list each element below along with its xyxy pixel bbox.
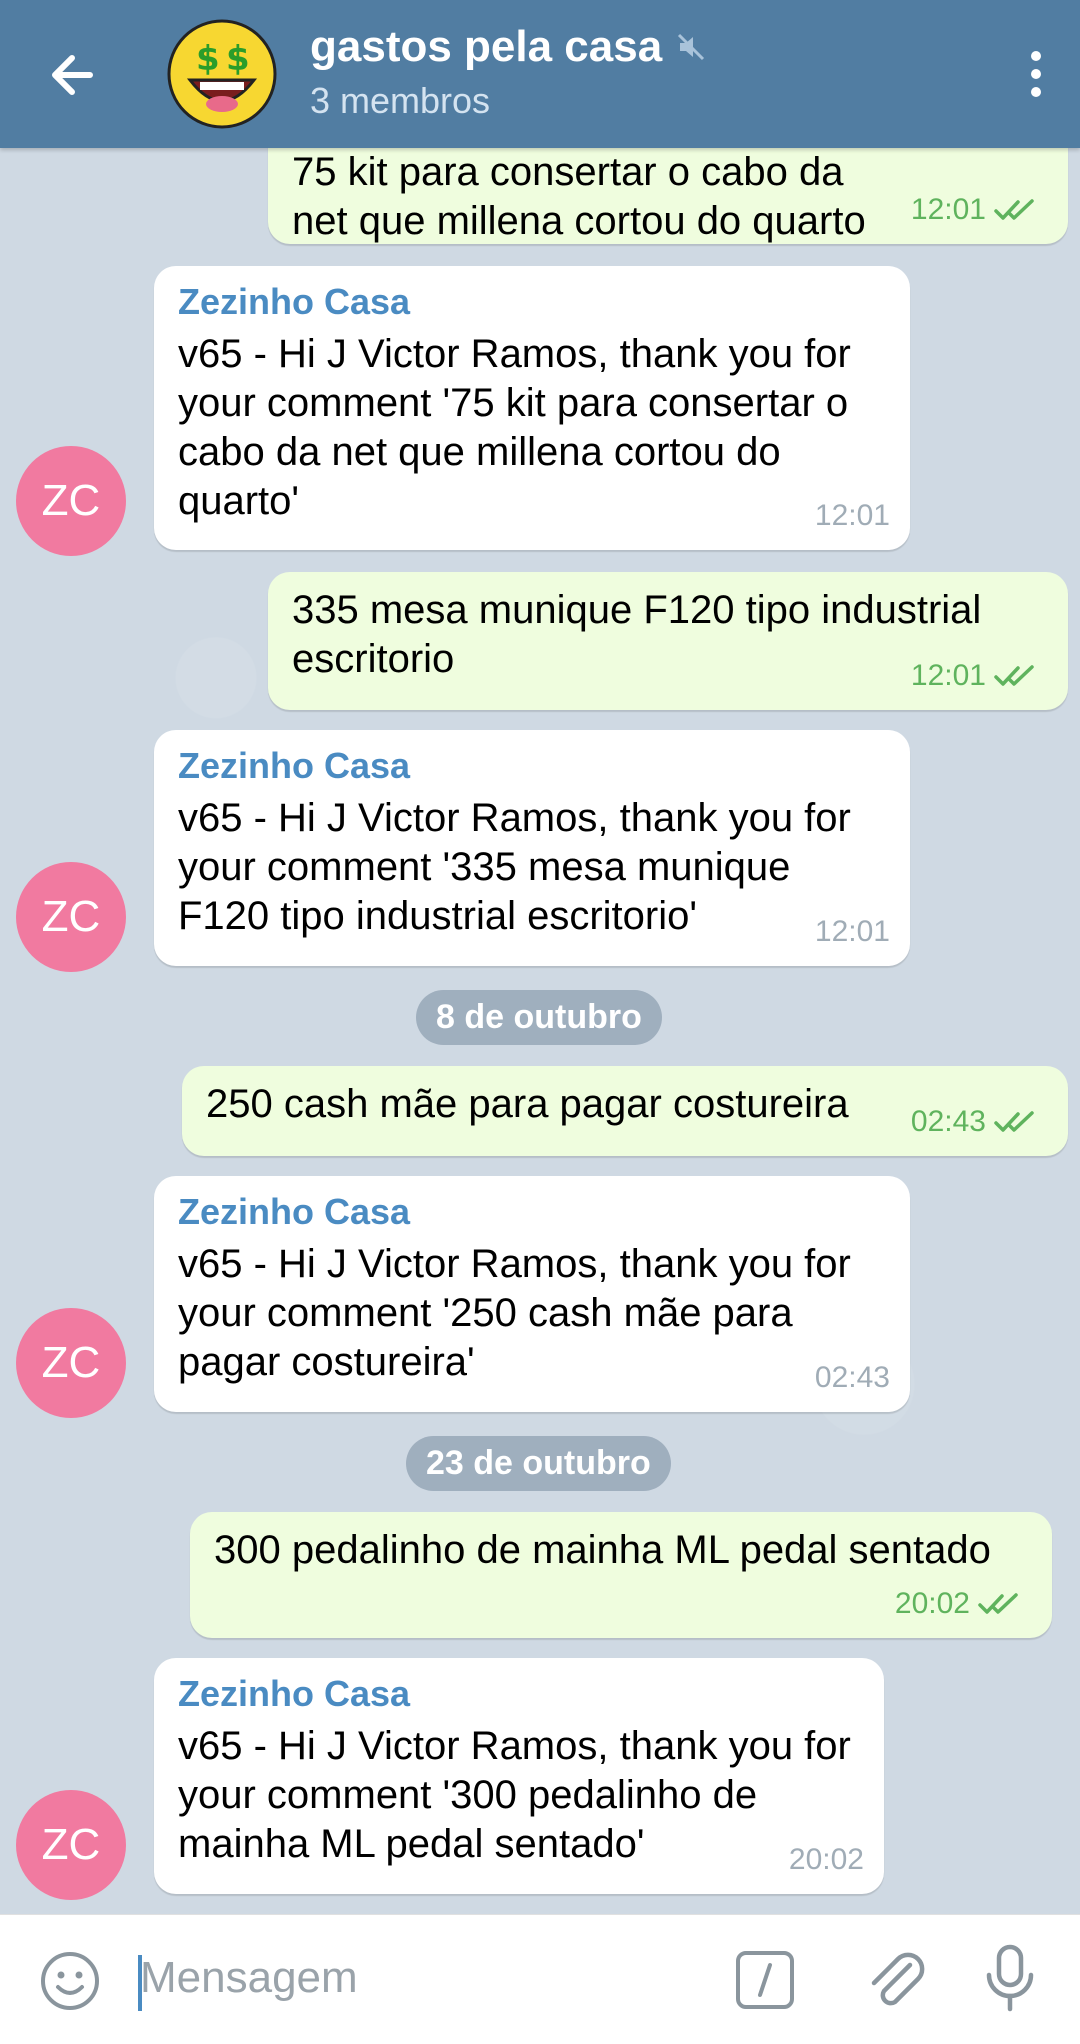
message-text: v65 - Hi J Victor Ramos, thank you for y… [178,796,851,938]
message-time: 20:02 [788,1843,864,1876]
message-meta: 12:01 [911,185,1038,234]
outgoing-message[interactable]: 250 cash mãe para pagar costureira 02:43 [182,1066,1068,1156]
date-separator: 23 de outubro [406,1436,671,1491]
message-input[interactable]: Mensagem [140,1953,358,2003]
message-meta: 02:43 [911,1097,1038,1146]
chat-header: $ $ gastos pela casa 3 membros [0,0,1080,148]
svg-text:$: $ [196,39,220,79]
more-vertical-icon [1031,51,1041,97]
message-time: 12:01 [814,499,890,532]
avatar[interactable]: ZC [16,1790,126,1900]
message-text: v65 - Hi J Victor Ramos, thank you for y… [178,1242,851,1384]
emoji-button[interactable] [38,1949,102,2013]
message-time: 20:02 [894,1587,970,1620]
microphone-button[interactable] [980,1943,1040,2015]
message-time: 12:01 [910,659,986,692]
message-input-bar: Mensagem [0,1914,1080,2044]
money-face-icon: $ $ [167,19,277,129]
message-text: 300 pedalinho de mainha ML pedal sentado [214,1528,991,1572]
incoming-message[interactable]: Zezinho Casa v65 - Hi J Victor Ramos, th… [154,730,910,966]
chat-title-text: gastos pela casa [310,22,663,71]
outgoing-message[interactable]: 335 mesa munique F120 tipo industrial es… [268,572,1068,710]
message-text: v65 - Hi J Victor Ramos, thank you for y… [178,1724,851,1866]
double-check-icon [994,198,1034,220]
message-text: 75 kit para consertar o cabo da net que … [292,150,866,243]
smiley-icon [41,1952,99,2010]
message-time: 02:43 [910,1105,986,1138]
muted-speaker-icon [678,33,705,61]
double-check-icon [978,1592,1018,1614]
attach-button[interactable] [860,1945,930,2015]
back-button[interactable] [38,40,108,110]
sender-name: Zezinho Casa [178,745,411,786]
message-text: v65 - Hi J Victor Ramos, thank you for y… [178,332,851,523]
paperclip-icon [871,1952,925,2006]
incoming-message[interactable]: Zezinho Casa v65 - Hi J Victor Ramos, th… [154,1176,910,1412]
message-time: 12:01 [910,193,986,226]
avatar[interactable]: ZC [16,1308,126,1418]
message-meta: 20:02 [895,1579,1022,1628]
message-meta: 12:01 [911,651,1038,700]
bot-command-button[interactable] [734,1949,796,2011]
outgoing-message[interactable]: 75 kit para consertar o cabo da net que … [268,148,1068,244]
group-avatar[interactable]: $ $ [166,18,278,130]
message-time: 12:01 [814,915,890,948]
chat-title[interactable]: gastos pela casa [310,22,706,72]
double-check-icon [994,1110,1034,1132]
svg-text:$: $ [226,39,250,79]
sender-name: Zezinho Casa [178,1191,411,1232]
microphone-icon [986,1944,1034,2012]
incoming-message[interactable]: Zezinho Casa v65 - Hi J Victor Ramos, th… [154,266,910,550]
sender-name: Zezinho Casa [178,281,411,322]
incoming-message[interactable]: Zezinho Casa v65 - Hi J Victor Ramos, th… [154,1658,884,1894]
double-check-icon [994,664,1034,686]
sender-name: Zezinho Casa [178,1673,411,1714]
date-separator: 8 de outubro [416,990,662,1045]
message-time: 02:43 [814,1361,890,1394]
outgoing-message[interactable]: 300 pedalinho de mainha ML pedal sentado… [190,1512,1052,1638]
avatar[interactable]: ZC [16,446,126,556]
arrow-left-icon [52,55,93,95]
slash-command-icon [736,1951,794,2009]
more-options-button[interactable] [1002,44,1058,104]
message-list[interactable]: 75 kit para consertar o cabo da net que … [0,148,1080,1914]
avatar[interactable]: ZC [16,862,126,972]
members-count: 3 membros [310,80,491,121]
